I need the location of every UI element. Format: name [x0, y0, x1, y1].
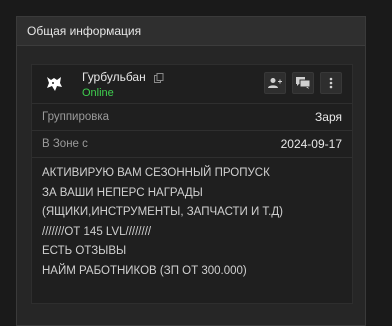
wolf-icon	[47, 77, 62, 91]
more-vertical-icon	[329, 77, 333, 89]
profile-actions	[264, 72, 342, 94]
zone-since-row: В Зоне с 2024-09-17	[32, 131, 352, 158]
profile-row: Гурбульбан Online	[32, 65, 352, 104]
more-button[interactable]	[320, 72, 342, 94]
panel-title: Общая информация	[27, 24, 142, 38]
avatar	[42, 72, 66, 96]
description-line: НАЙМ РАБОТНИКОВ (ЗП ОТ 300.000)	[42, 264, 247, 277]
group-value: Заря	[315, 110, 342, 124]
name-block: Гурбульбан Online	[82, 70, 164, 99]
add-friend-button[interactable]	[264, 72, 286, 94]
description-line: (ЯЩИКИ,ИНСТРУМЕНТЫ, ЗАПЧАСТИ И Т.Д)	[42, 206, 284, 218]
description-line: ЗА ВАШИ НЕПЕРС НАГРАДЫ	[42, 186, 203, 199]
profile-card: Гурбульбан Online Группировка Заря В Зон…	[31, 64, 353, 304]
zone-since-label: В Зоне с	[42, 138, 88, 150]
player-name: Гурбульбан	[82, 69, 146, 84]
copy-icon[interactable]	[153, 72, 164, 83]
zone-since-value: 2024-09-17	[280, 137, 342, 151]
name-row: Гурбульбан	[82, 70, 164, 84]
group-row: Группировка Заря	[32, 104, 352, 131]
online-status: Online	[82, 86, 114, 99]
profile-description: АКТИВИРУЮ ВАМ СЕЗОННЫЙ ПРОПУСК ЗА ВАШИ Н…	[32, 158, 352, 287]
chat-icon	[296, 77, 310, 89]
group-label: Группировка	[42, 111, 110, 123]
add-friend-icon	[268, 78, 282, 88]
panel-header: Общая информация	[17, 17, 365, 46]
chat-button[interactable]	[292, 72, 314, 94]
description-line: АКТИВИРУЮ ВАМ СЕЗОННЫЙ ПРОПУСК	[42, 167, 270, 179]
general-info-panel: Общая информация Гурбульбан Online Групп…	[16, 16, 366, 326]
description-line: ЕСТЬ ОТЗЫВЫ	[42, 245, 127, 257]
description-line: ///////ОТ 145 LVL////////	[42, 225, 152, 238]
